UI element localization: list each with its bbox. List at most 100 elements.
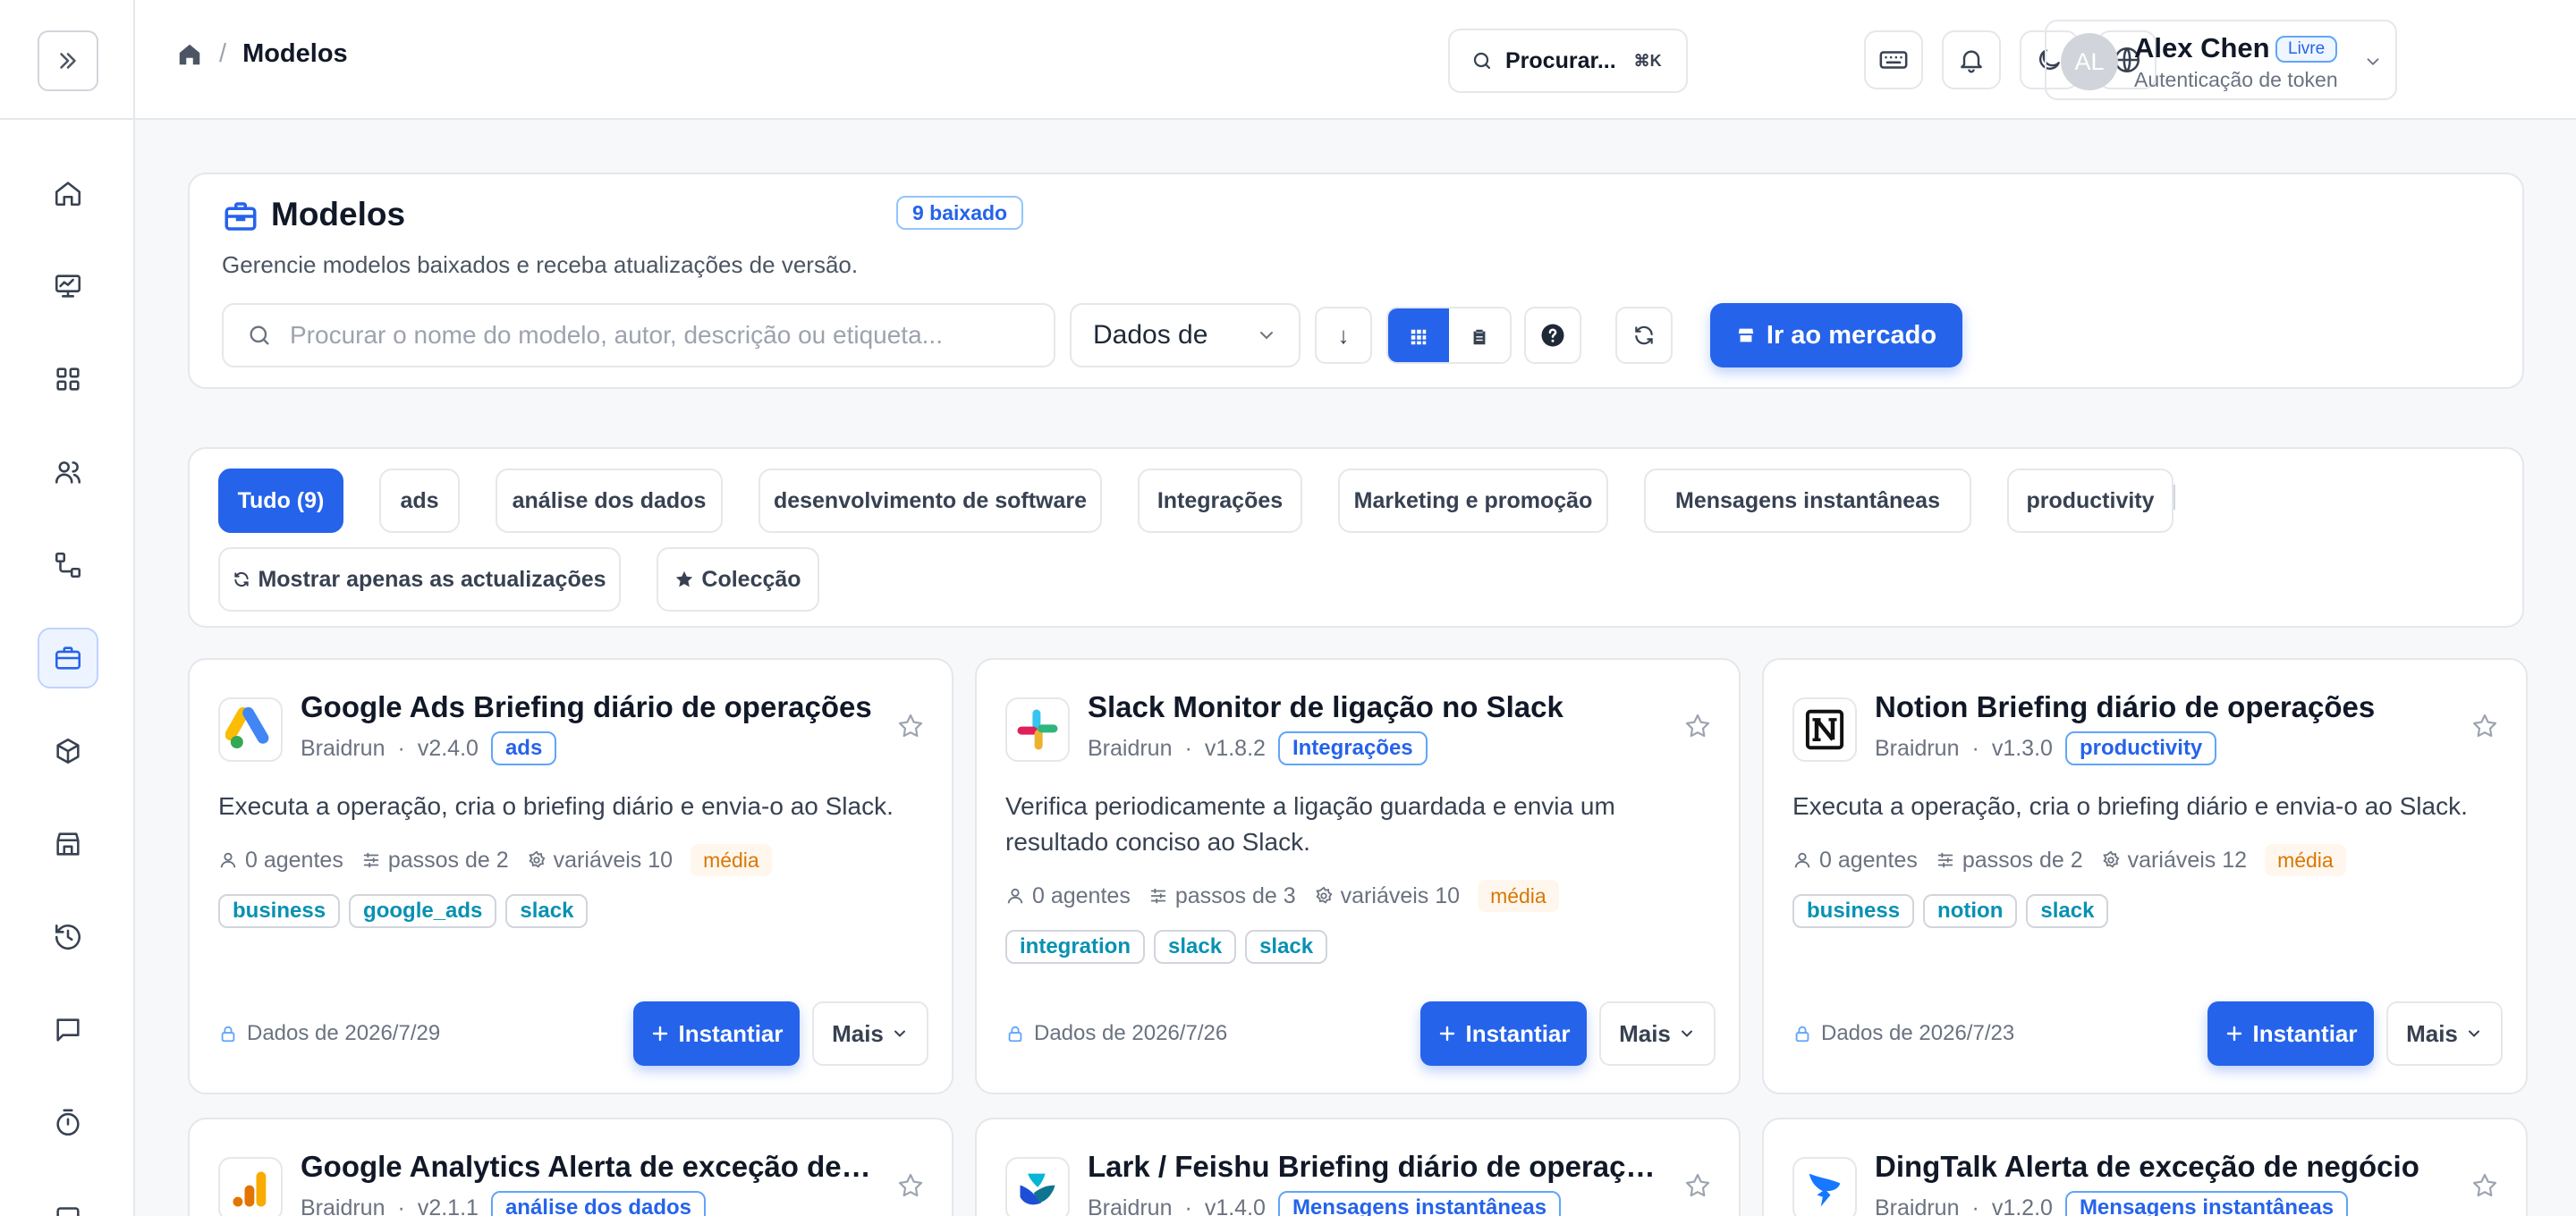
notifications-button[interactable]: [1942, 30, 2001, 89]
chevron-down-icon: [2468, 1030, 2479, 1037]
expand-sidebar-button[interactable]: [38, 30, 98, 91]
tag[interactable]: slack: [1154, 930, 1237, 964]
refresh-button[interactable]: [1615, 307, 1673, 364]
more-button[interactable]: Mais: [812, 1001, 928, 1066]
sort-direction-button[interactable]: ↓: [1315, 307, 1372, 364]
filter-chip-productivity[interactable]: productivity: [2007, 469, 2174, 533]
template-title[interactable]: DingTalk Alerta de exceção de negócio: [1875, 1150, 2419, 1184]
grid-apps-icon: [56, 367, 80, 391]
nav-more[interactable]: [38, 1186, 98, 1216]
collection-label: Colecção: [701, 566, 801, 592]
template-title[interactable]: Slack Monitor de ligação no Slack: [1088, 690, 1563, 724]
chevron-down-icon: [1260, 332, 1273, 340]
star-outline-icon[interactable]: [896, 712, 925, 740]
more-button[interactable]: Mais: [2386, 1001, 2503, 1066]
box-icon: [56, 1207, 80, 1216]
star-outline-icon[interactable]: [896, 1171, 925, 1200]
template-tags: business notion slack: [1792, 894, 2109, 928]
agents-count: 0 agentes: [1032, 882, 1131, 908]
nav-messages[interactable]: [38, 1000, 98, 1060]
more-button[interactable]: Mais: [1599, 1001, 1716, 1066]
nav-home[interactable]: [38, 163, 98, 224]
settings-icon: [1315, 886, 1333, 904]
template-search[interactable]: [222, 303, 1055, 367]
template-title[interactable]: Lark / Feishu Briefing diário de operaçõ…: [1088, 1150, 1660, 1184]
tag[interactable]: integration: [1005, 930, 1145, 964]
star-outline-icon[interactable]: [2470, 712, 2499, 740]
tag[interactable]: slack: [1245, 930, 1328, 964]
nav-templates[interactable]: [38, 628, 98, 688]
plus-icon: [1440, 1026, 1455, 1042]
refresh-icon: [234, 571, 250, 587]
filter-chip-marketing[interactable]: Marketing e promoção: [1338, 469, 1608, 533]
go-to-market-button[interactable]: Ir ao mercado: [1710, 303, 1962, 367]
help-button[interactable]: [1524, 307, 1581, 364]
date-label: Dados de 2026/7/29: [247, 1021, 441, 1045]
tag[interactable]: slack: [2026, 894, 2109, 928]
tag[interactable]: slack: [505, 894, 589, 928]
template-title[interactable]: Notion Briefing diário de operações: [1875, 690, 2375, 724]
template-title[interactable]: Google Ads Briefing diário de operações: [301, 690, 872, 724]
template-tags: business google_ads slack: [218, 894, 589, 928]
instantiate-button[interactable]: Instantiar: [1420, 1001, 1587, 1066]
filter-chip-instant-messaging[interactable]: Mensagens instantâneas: [1644, 469, 1971, 533]
sort-select[interactable]: Dados de: [1070, 303, 1301, 367]
help-circle-icon: [1541, 324, 1564, 347]
nav-apps[interactable]: [38, 349, 98, 410]
plus-icon: [2227, 1026, 2242, 1042]
category-badge: Mensagens instantâneas: [2064, 1191, 2349, 1216]
filter-chip-data-analysis[interactable]: análise dos dados: [496, 469, 723, 533]
nav-timer[interactable]: [38, 1093, 98, 1153]
instantiate-button[interactable]: Instantiar: [2207, 1001, 2374, 1066]
difficulty-badge: média: [691, 844, 772, 876]
refresh-icon: [1635, 325, 1653, 345]
nav-dashboard[interactable]: [38, 256, 98, 317]
nav-store[interactable]: [38, 814, 98, 874]
topbar: / Modelos Procurar... ⌘K AL Alex Chen Li…: [135, 0, 2576, 120]
filter-chip-software-dev[interactable]: desenvolvimento de software: [758, 469, 1102, 533]
nav-users[interactable]: [38, 442, 98, 502]
tag[interactable]: google_ads: [349, 894, 497, 928]
store-icon: [1738, 328, 1754, 342]
template-search-input[interactable]: [290, 321, 1023, 350]
filter-chip-integrations[interactable]: Integrações: [1138, 469, 1302, 533]
steps-count: passos de 2: [387, 847, 509, 873]
updates-only-toggle[interactable]: Mostrar apenas as actualizações: [218, 547, 621, 612]
nav-packages[interactable]: [38, 721, 98, 781]
template-date: Dados de 2026/7/26: [1005, 1021, 1227, 1046]
nav-history[interactable]: [38, 907, 98, 967]
variables-count: variáveis 12: [2127, 847, 2248, 873]
filter-chip-all[interactable]: Tudo (9): [218, 469, 343, 533]
star-outline-icon[interactable]: [1683, 1171, 1712, 1200]
tag[interactable]: business: [218, 894, 341, 928]
tag[interactable]: notion: [1923, 894, 2018, 928]
template-date: Dados de 2026/7/23: [1792, 1021, 2014, 1046]
global-search-button[interactable]: Procurar... ⌘K: [1448, 29, 1688, 93]
sliders-icon: [1937, 852, 1953, 868]
filter-chip-ads[interactable]: ads: [379, 469, 460, 533]
stopwatch-icon: [56, 1109, 80, 1136]
slack-logo-icon: [1005, 697, 1070, 762]
collection-toggle[interactable]: Colecção: [657, 547, 819, 612]
sliders-icon: [363, 852, 379, 868]
star-outline-icon[interactable]: [2470, 1171, 2499, 1200]
grid-view-button[interactable]: [1388, 308, 1449, 362]
instantiate-button[interactable]: Instantiar: [633, 1001, 800, 1066]
template-meta: Braidrun · v1.8.2 Integrações: [1088, 731, 1428, 765]
template-title[interactable]: Google Analytics Alerta de exceção de ne…: [301, 1150, 873, 1184]
tag[interactable]: business: [1792, 894, 1915, 928]
breadcrumb-home[interactable]: [176, 41, 203, 68]
briefcase-icon: [55, 646, 81, 670]
downloaded-count-badge: 9 baixado: [896, 196, 1024, 230]
store-icon: [56, 832, 80, 856]
user-menu[interactable]: AL Alex Chen Livre Autenticação de token: [2045, 20, 2397, 100]
star-outline-icon[interactable]: [1683, 712, 1712, 740]
keyboard-shortcuts-button[interactable]: [1864, 30, 1923, 89]
notion-logo-icon: [1792, 697, 1857, 762]
plan-badge: Livre: [2275, 36, 2338, 63]
list-view-button[interactable]: [1449, 308, 1510, 362]
nav-workflows[interactable]: [38, 535, 98, 595]
template-card: Notion Briefing diário de operações Brai…: [1762, 658, 2528, 1094]
template-author: Braidrun: [1088, 1195, 1173, 1216]
instantiate-label: Instantiar: [678, 1019, 784, 1047]
